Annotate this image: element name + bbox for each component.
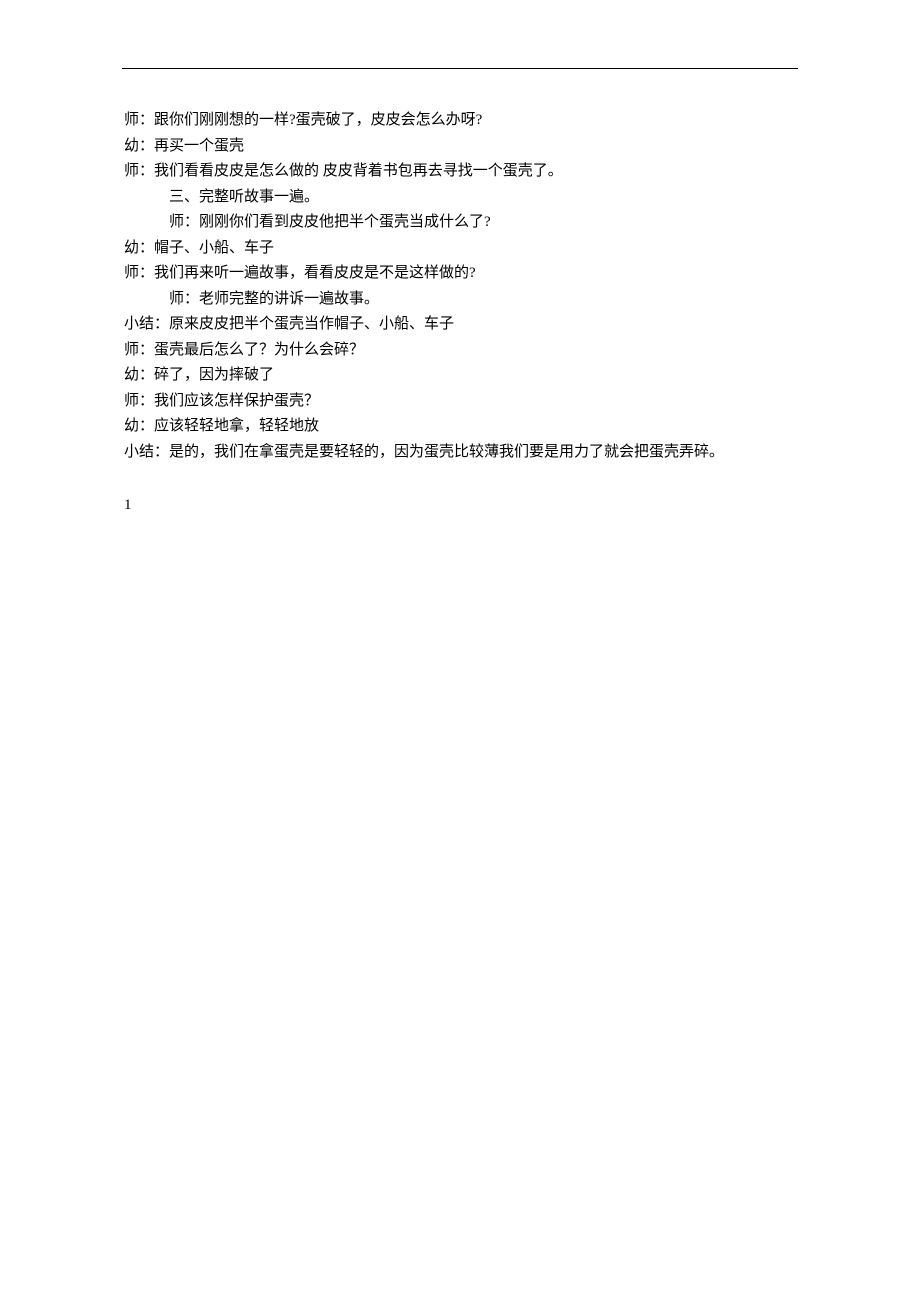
text-line: 师：跟你们刚刚想的一样?蛋壳破了，皮皮会怎么办呀?	[124, 108, 830, 134]
text-line: 师：刚刚你们看到皮皮他把半个蛋壳当成什么了?	[124, 210, 830, 236]
text-line: 幼：应该轻轻地拿，轻轻地放	[124, 414, 830, 440]
text-line: 三、完整听故事一遍。	[124, 185, 830, 211]
text-line: 师：老师完整的讲诉一遍故事。	[124, 287, 830, 313]
text-line: 师：蛋壳最后怎么了？为什么会碎？	[124, 338, 830, 364]
text-line: 幼：再买一个蛋壳	[124, 134, 830, 160]
horizontal-rule	[122, 68, 798, 69]
text-line: 师：我们应该怎样保护蛋壳？	[124, 389, 830, 415]
text-line: 小结：原来皮皮把半个蛋壳当作帽子、小船、车子	[124, 312, 830, 338]
document-body: 师：跟你们刚刚想的一样?蛋壳破了，皮皮会怎么办呀? 幼：再买一个蛋壳 师：我们看…	[124, 108, 830, 519]
page-number: 1	[124, 493, 830, 519]
text-line: 师：我们再来听一遍故事，看看皮皮是不是这样做的?	[124, 261, 830, 287]
text-line: 师：我们看看皮皮是怎么做的 皮皮背着书包再去寻找一个蛋壳了。	[124, 159, 830, 185]
text-line: 幼：帽子、小船、车子	[124, 236, 830, 262]
page: 师：跟你们刚刚想的一样?蛋壳破了，皮皮会怎么办呀? 幼：再买一个蛋壳 师：我们看…	[0, 0, 920, 1302]
text-line: 小结：是的，我们在拿蛋壳是要轻轻的，因为蛋壳比较薄我们要是用力了就会把蛋壳弄碎。	[124, 440, 830, 466]
text-line: 幼：碎了，因为摔破了	[124, 363, 830, 389]
